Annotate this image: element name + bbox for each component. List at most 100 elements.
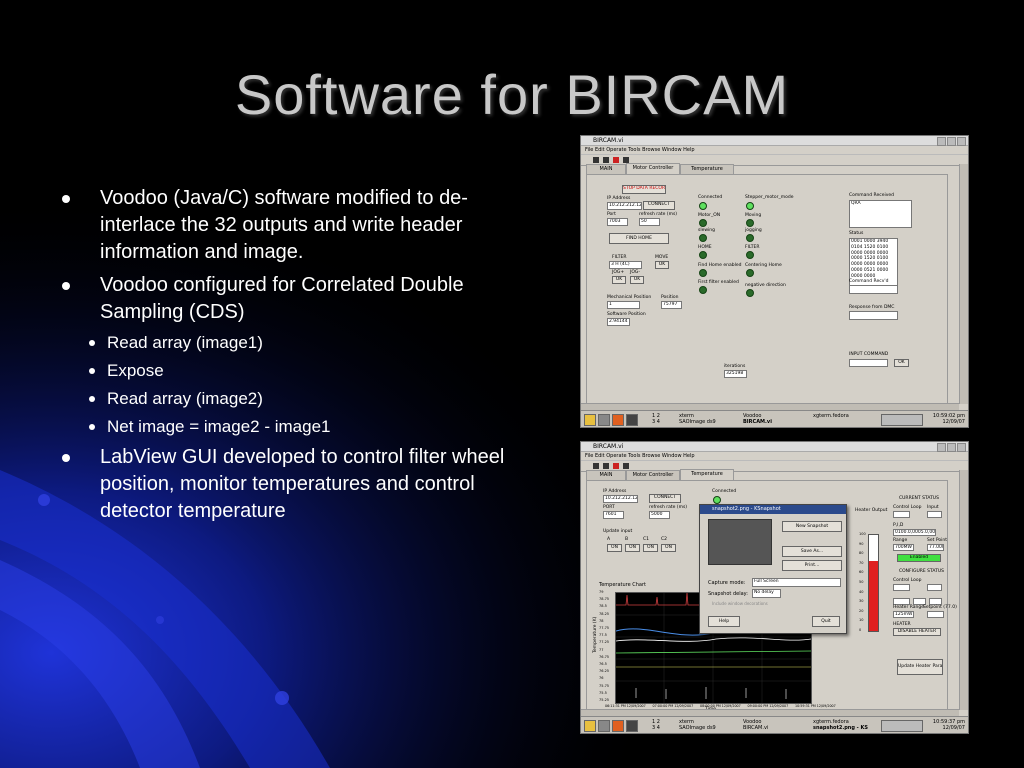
update-heater-button[interactable]: Update Heater Parameters xyxy=(897,659,943,675)
start-menu-icon[interactable] xyxy=(584,720,596,732)
run-arrow-icon[interactable] xyxy=(593,157,599,163)
help-button[interactable]: Help xyxy=(708,616,740,627)
heater-tick: 80 xyxy=(859,551,864,556)
connect-button[interactable]: CONNECT xyxy=(643,201,675,210)
port-field[interactable]: 7003 xyxy=(607,218,628,226)
pause-icon[interactable] xyxy=(623,463,629,469)
taskbar-item-bircam[interactable]: BIRCAM.vi xyxy=(743,725,768,733)
snapshot-preview[interactable] xyxy=(708,519,772,565)
channel-b-on-button[interactable]: ON xyxy=(625,544,640,552)
taskbar-item-bircam[interactable]: BIRCAM.vi xyxy=(743,419,772,427)
taskbar-item-ds9[interactable]: SAOImage ds9 xyxy=(679,725,716,733)
workspace-3[interactable]: 3 xyxy=(652,725,655,731)
slewing-led xyxy=(699,234,707,242)
connected-led xyxy=(699,202,707,210)
system-tray[interactable] xyxy=(881,414,923,426)
workspace-switcher[interactable]: 1 2 3 4 xyxy=(652,413,668,425)
chart-x-tick: 06:11:31 PM 12/09/2007 xyxy=(605,704,646,708)
tab-main[interactable]: MAIN xyxy=(586,164,626,174)
taskbar-item-xgterm[interactable]: xgterm.fedora xyxy=(813,413,849,425)
temperature-chart-title: Temperature Chart xyxy=(599,582,647,588)
move-ok-button[interactable]: OK xyxy=(655,261,669,269)
abort-icon[interactable] xyxy=(613,463,619,469)
jog-minus-ok-button[interactable]: OK xyxy=(630,276,644,284)
quit-button[interactable]: Quit xyxy=(812,616,840,627)
ip-field[interactable]: 10.212.212.122 xyxy=(607,202,642,210)
tab-main[interactable]: MAIN xyxy=(586,470,626,480)
heater-tick: 20 xyxy=(859,608,864,613)
window-title: BIRCAM.vi xyxy=(593,443,624,450)
workspace-4[interactable]: 4 xyxy=(657,419,660,425)
firefox-icon[interactable] xyxy=(612,720,624,732)
ip-field[interactable]: 10.212.212.122 xyxy=(603,495,638,503)
input-command-field[interactable] xyxy=(849,359,888,367)
heater-range-select[interactable]: 125mW xyxy=(893,611,914,618)
config-input-field[interactable] xyxy=(927,584,942,591)
channel-c1-on-button[interactable]: ON xyxy=(643,544,658,552)
terminal-icon[interactable] xyxy=(626,720,638,732)
chart-x-tick: 09:00:00 PM 12/09/2007 xyxy=(747,704,789,708)
input-command-ok-button[interactable]: OK xyxy=(894,359,909,367)
disable-heater-button[interactable]: DISABLE HEATER xyxy=(893,628,941,636)
setpoint-input[interactable] xyxy=(927,611,944,618)
maximize-icon[interactable] xyxy=(947,443,956,452)
save-as-button[interactable]: Save As... xyxy=(782,546,842,557)
port-field[interactable]: 7601 xyxy=(603,511,624,519)
close-icon[interactable] xyxy=(957,443,966,452)
heater-tick: 90 xyxy=(859,541,864,546)
chart-x-tick: 08:00:00 PM 12/09/2007 xyxy=(700,704,741,708)
home-icon[interactable] xyxy=(598,414,610,426)
chart-y-tick: 78.5 xyxy=(599,604,607,609)
menu-bar[interactable]: File Edit Operate Tools Browse Window He… xyxy=(581,146,968,155)
home-icon[interactable] xyxy=(598,720,610,732)
firefox-icon[interactable] xyxy=(612,414,624,426)
jog-plus-ok-button[interactable]: OK xyxy=(612,276,626,284)
new-snapshot-button[interactable]: New Snapshot xyxy=(782,521,842,532)
channel-c2-on-button[interactable]: ON xyxy=(661,544,676,552)
vertical-scrollbar[interactable] xyxy=(959,164,968,404)
i-field[interactable] xyxy=(913,598,926,605)
minimize-icon[interactable] xyxy=(937,443,946,452)
vertical-scrollbar[interactable] xyxy=(959,470,968,710)
include-decorations-checkbox[interactable]: Include window decorations xyxy=(712,601,768,606)
current-status-label: CURRENT STATUS xyxy=(899,496,939,501)
control-loop-label: Control Loop xyxy=(893,505,922,510)
snapshot-delay-spinbox[interactable]: No delay xyxy=(752,589,781,598)
p-field[interactable] xyxy=(893,598,910,605)
d-field[interactable] xyxy=(929,598,942,605)
tab-motor-controller[interactable]: Motor Controller xyxy=(626,163,680,174)
abort-icon[interactable] xyxy=(613,157,619,163)
config-control-loop-field[interactable] xyxy=(893,584,910,591)
start-menu-icon[interactable] xyxy=(584,414,596,426)
system-tray[interactable] xyxy=(881,720,923,732)
run-arrow-icon[interactable] xyxy=(593,463,599,469)
capture-mode-select[interactable]: Full Screen xyxy=(752,578,841,587)
connect-button[interactable]: CONNECT xyxy=(649,494,681,503)
workspace-switcher[interactable]: 1 2 3 4 xyxy=(652,719,668,731)
find-home-button[interactable]: FIND HOME xyxy=(609,233,669,244)
close-icon[interactable] xyxy=(957,137,966,146)
workspace-4[interactable]: 4 xyxy=(657,725,660,731)
tab-temperature-controller[interactable]: Temperature Controller xyxy=(680,164,734,181)
range-field: 700MW xyxy=(893,544,914,551)
stop-data-record-button[interactable]: STOP DATA RECORD xyxy=(622,185,666,194)
tab-motor-controller[interactable]: Motor Controller xyxy=(626,470,680,480)
filter-select[interactable]: 3 H (4C) xyxy=(609,261,642,269)
channel-b-label: B xyxy=(625,537,629,542)
run-continuous-icon[interactable] xyxy=(603,157,609,163)
minimize-icon[interactable] xyxy=(937,137,946,146)
maximize-icon[interactable] xyxy=(947,137,956,146)
terminal-icon[interactable] xyxy=(626,414,638,426)
print-button[interactable]: Print... xyxy=(782,560,842,571)
taskbar-item-ksnapshot[interactable]: snapshot2.png - KS xyxy=(813,725,868,733)
channel-a-on-button[interactable]: ON xyxy=(607,544,622,552)
jog-minus-label: JOG- xyxy=(630,270,640,275)
workspace-3[interactable]: 3 xyxy=(652,419,655,425)
refresh-field[interactable]: 5000 xyxy=(649,511,670,519)
pid-label: P,I,D xyxy=(893,523,904,528)
menu-bar[interactable]: File Edit Operate Tools Browse Window He… xyxy=(581,452,968,461)
run-continuous-icon[interactable] xyxy=(603,463,609,469)
taskbar-item-ds9[interactable]: SAOImage ds9 xyxy=(679,419,716,427)
refresh-field[interactable]: 50 xyxy=(639,218,660,226)
tab-temperature-controller[interactable]: Temperature Controller xyxy=(680,469,734,486)
